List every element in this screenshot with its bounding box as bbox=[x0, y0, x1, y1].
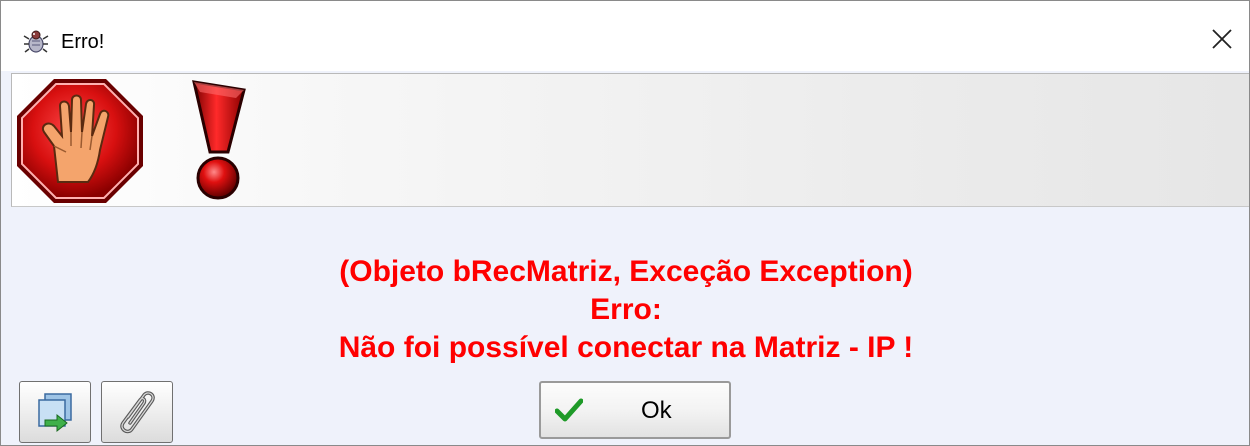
error-banner bbox=[11, 73, 1249, 207]
window-title: Erro! bbox=[61, 31, 105, 53]
save-copy-icon bbox=[38, 393, 72, 433]
stop-hand-icon bbox=[17, 79, 143, 203]
close-icon bbox=[1212, 29, 1232, 49]
error-dialog: Erro! (Objeto bRecMatriz, Exceção Except… bbox=[0, 0, 1250, 446]
message-line: Não foi possível conectar na Matriz - IP… bbox=[338, 331, 914, 364]
save-copy-button[interactable] bbox=[19, 381, 91, 443]
paperclip-icon bbox=[120, 391, 155, 434]
exclamation-icon bbox=[192, 80, 246, 200]
attach-button[interactable] bbox=[101, 381, 173, 443]
error-message: (Objeto bRecMatriz, Exceção Exception) E… bbox=[1, 253, 1249, 367]
app-bug-icon bbox=[23, 30, 49, 53]
ok-button-label: Ok bbox=[641, 397, 672, 424]
checkmark-icon bbox=[555, 398, 583, 422]
ok-button[interactable]: Ok bbox=[539, 381, 731, 439]
title-bar: Erro! bbox=[1, 1, 1249, 71]
close-button[interactable] bbox=[1195, 15, 1249, 63]
message-line: (Objeto bRecMatriz, Exceção Exception) bbox=[339, 255, 913, 288]
message-line: Erro: bbox=[590, 293, 662, 326]
